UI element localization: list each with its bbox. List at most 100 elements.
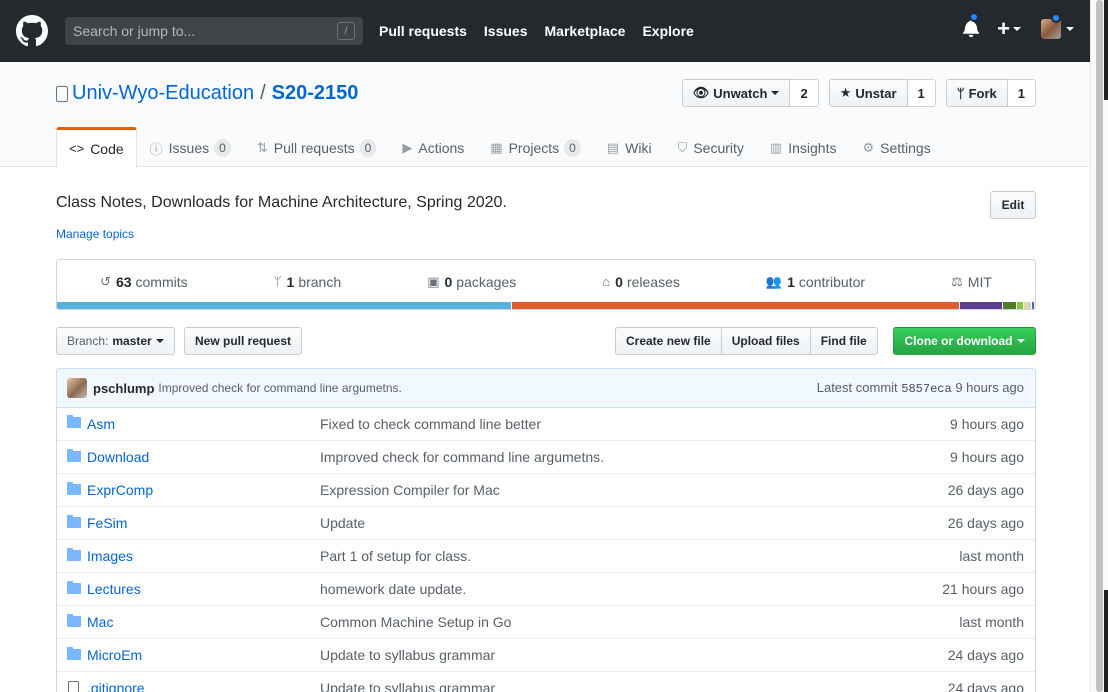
nav-explore[interactable]: Explore xyxy=(642,23,693,39)
tab-label: Pull requests xyxy=(273,140,355,156)
tab-issues[interactable]: ⓘ Issues 0 xyxy=(137,127,244,167)
star-icon: ★ xyxy=(839,85,852,100)
fork-count[interactable]: 1 xyxy=(1007,79,1036,107)
commit-message-link[interactable]: Improved check for command line argumetn… xyxy=(158,381,401,395)
user-menu[interactable] xyxy=(1041,13,1074,39)
language-bar[interactable] xyxy=(56,302,1036,310)
watch-count[interactable]: 2 xyxy=(790,79,819,107)
file-commit-message-link[interactable]: Update to syllabus grammar xyxy=(320,647,495,663)
language-segment[interactable] xyxy=(1002,302,1018,309)
manage-topics-link[interactable]: Manage topics xyxy=(56,227,134,241)
tab-settings[interactable]: ⚙ Settings xyxy=(849,127,943,167)
create-new-dropdown[interactable]: + xyxy=(997,16,1021,42)
file-commit-message-link[interactable]: Update to syllabus grammar xyxy=(320,680,495,692)
fork-button[interactable]: ᛘ Fork xyxy=(945,79,1008,107)
github-logo-icon[interactable] xyxy=(16,15,48,47)
tab-wiki[interactable]: ▤ Wiki xyxy=(594,127,665,167)
scrollbar-edge xyxy=(1104,0,1108,100)
file-name-link[interactable]: Images xyxy=(87,548,133,564)
commit-meta: Latest commit 5857eca 9 hours ago xyxy=(817,380,1024,396)
file-name-link[interactable]: MicroEm xyxy=(87,647,142,663)
gear-icon: ⚙ xyxy=(862,140,875,155)
releases-link[interactable]: ⌂ 0 releases xyxy=(602,274,680,290)
language-segment[interactable] xyxy=(1032,302,1035,309)
projects-counter: 0 xyxy=(564,139,581,157)
license-label: MIT xyxy=(967,273,992,290)
tab-label: Issues xyxy=(168,140,210,156)
language-segment[interactable] xyxy=(959,302,1003,309)
branch-select-button[interactable]: Branch: master xyxy=(56,327,175,355)
file-name-link[interactable]: Asm xyxy=(87,416,115,432)
window-scrollbar[interactable] xyxy=(1090,0,1108,692)
tab-projects[interactable]: ▦ Projects 0 xyxy=(477,127,594,167)
latest-commit-label: Latest commit xyxy=(816,380,898,395)
repo-name-link[interactable]: S20-2150 xyxy=(272,82,359,105)
find-file-button[interactable]: Find file xyxy=(809,327,878,355)
file-commit-message-link[interactable]: Part 1 of setup for class. xyxy=(320,548,471,564)
avatar[interactable] xyxy=(67,378,87,398)
file-name-link[interactable]: ExprComp xyxy=(87,482,153,498)
edit-description-button[interactable]: Edit xyxy=(990,191,1036,219)
packages-count: 0 xyxy=(444,273,453,290)
file-commit-message-link[interactable]: Fixed to check command line better xyxy=(320,416,541,432)
tab-code[interactable]: <> Code xyxy=(56,127,137,168)
shield-icon: ⛉ xyxy=(677,140,688,155)
create-new-file-button[interactable]: Create new file xyxy=(615,327,722,355)
file-actions-group: Create new file Upload files Find file xyxy=(615,327,878,355)
unwatch-button[interactable]: 👁 Unwatch xyxy=(681,79,791,107)
packages-label: packages xyxy=(456,273,517,290)
file-commit-message-link[interactable]: Expression Compiler for Mac xyxy=(320,482,500,498)
file-name-link[interactable]: Lectures xyxy=(87,581,141,597)
tab-insights[interactable]: ▥ Insights xyxy=(757,127,850,167)
file-commit-message-link[interactable]: Update xyxy=(320,515,365,531)
file-name-link[interactable]: FeSim xyxy=(87,515,127,531)
commit-author-link[interactable]: pschlump xyxy=(93,381,154,396)
file-name-link[interactable]: Mac xyxy=(87,614,113,630)
fork-group: ᛘ Fork 1 xyxy=(945,79,1036,107)
tab-actions[interactable]: ▶ Actions xyxy=(389,127,477,167)
language-segment[interactable] xyxy=(1024,302,1033,309)
nav-issues[interactable]: Issues xyxy=(484,23,528,39)
clone-or-download-button[interactable]: Clone or download xyxy=(893,327,1036,355)
file-commit-age: last month xyxy=(959,614,1024,630)
file-row: .gitignore Update to syllabus grammar 24 d… xyxy=(57,671,1035,692)
nav-pull-requests[interactable]: Pull requests xyxy=(379,23,467,39)
search-input[interactable]: Search or jump to... / xyxy=(65,17,363,45)
file-commit-age: 9 hours ago xyxy=(950,415,1024,432)
scrollbar-thumb[interactable] xyxy=(1096,0,1103,692)
commit-sha-link[interactable]: 5857eca xyxy=(901,382,951,396)
tab-security[interactable]: ⛉ Security xyxy=(665,127,757,167)
language-segment[interactable] xyxy=(511,302,960,309)
branch-label: Branch: xyxy=(67,334,109,348)
file-name-link[interactable]: Download xyxy=(87,449,149,465)
new-pull-request-button[interactable]: New pull request xyxy=(184,327,303,355)
license-link[interactable]: ⚖ MIT xyxy=(951,274,992,290)
packages-link[interactable]: ▣ 0 packages xyxy=(427,274,516,290)
file-commit-age: 24 days ago xyxy=(947,647,1024,663)
folder-icon xyxy=(67,548,81,561)
releases-label: releases xyxy=(626,273,680,290)
upload-files-button[interactable]: Upload files xyxy=(720,327,811,355)
contributors-link[interactable]: 👥 1 contributor xyxy=(766,274,865,290)
file-commit-message-link[interactable]: homework date update. xyxy=(320,581,466,597)
tab-pull-requests[interactable]: ⇅ Pull requests 0 xyxy=(244,127,390,167)
code-icon: <> xyxy=(69,141,85,156)
branches-link[interactable]: ᛘ 1 branch xyxy=(274,274,341,290)
language-segment[interactable] xyxy=(1017,302,1025,309)
latest-commit-bar: pschlump Improved check for command line… xyxy=(56,368,1036,408)
unstar-button[interactable]: ★ Unstar xyxy=(828,79,908,107)
repo-nav: <> Code ⓘ Issues 0 ⇅ Pull requests 0 ▶ A… xyxy=(56,127,944,168)
star-count[interactable]: 1 xyxy=(907,79,936,107)
tab-label: Settings xyxy=(880,140,931,156)
folder-icon xyxy=(67,515,81,528)
file-commit-message-link[interactable]: Improved check for command line argumetn… xyxy=(320,449,604,465)
eye-icon: 👁 xyxy=(692,85,710,100)
file-commit-message-link[interactable]: Common Machine Setup in Go xyxy=(320,614,511,630)
file-icon xyxy=(68,681,79,692)
commits-link[interactable]: ↺ 63 commits xyxy=(100,274,188,290)
nav-marketplace[interactable]: Marketplace xyxy=(545,23,626,39)
notifications-bell-icon[interactable] xyxy=(963,12,981,40)
repo-owner-link[interactable]: Univ-Wyo-Education xyxy=(72,82,254,105)
language-segment[interactable] xyxy=(57,302,512,309)
file-name-link[interactable]: .gitignore xyxy=(87,680,145,692)
